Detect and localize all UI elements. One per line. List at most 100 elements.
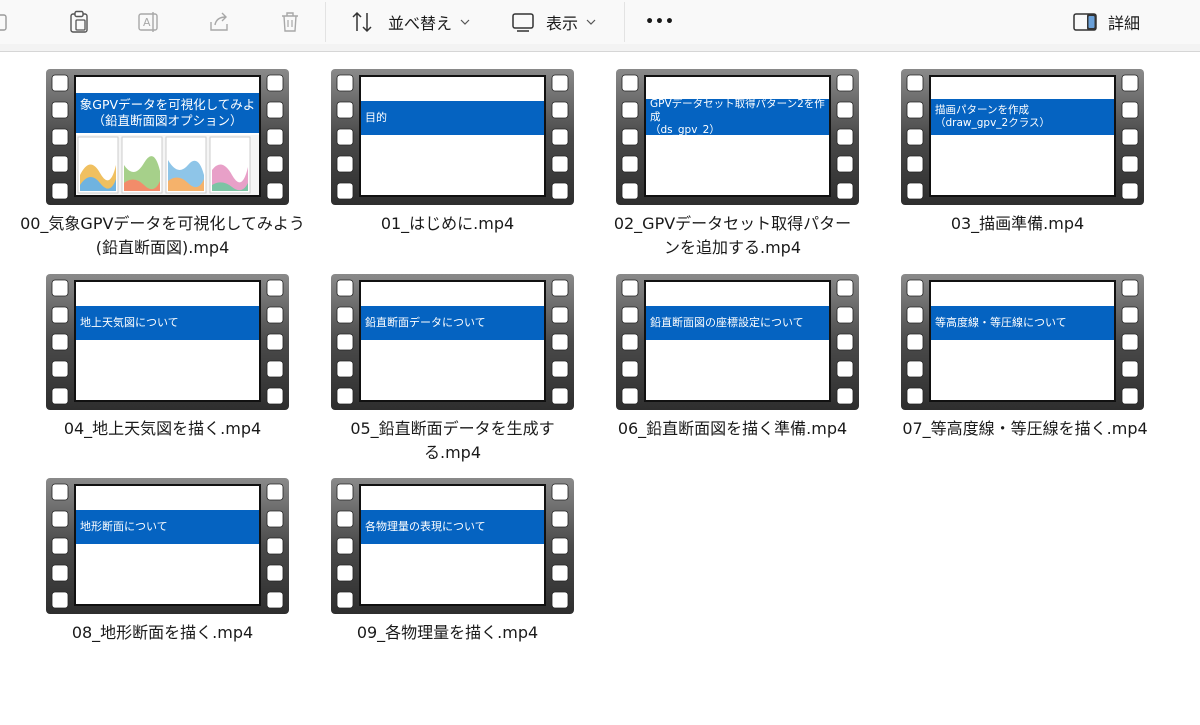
video-thumbnail: 地上天気図について — [46, 274, 289, 410]
slide-preview: 地上天気図について — [76, 282, 259, 400]
film-sprocket-hole — [1121, 155, 1139, 173]
film-sprocket-hole — [266, 591, 284, 609]
svg-text:A: A — [143, 16, 151, 29]
chevron-down-icon — [460, 19, 470, 25]
film-sprocket-hole — [1121, 182, 1139, 200]
share-icon — [210, 12, 228, 31]
delete-button[interactable] — [277, 8, 303, 36]
more-options-button[interactable]: ••• — [645, 8, 674, 36]
file-name: 03_描画準備.mp4 — [950, 214, 1085, 233]
film-sprocket-hole — [906, 101, 924, 119]
file-grid: 象GPVデータを可視化してみよ （鉛直断面図オプション） 00_気象GPVデータ… — [0, 53, 1200, 725]
film-sprocket-hole — [51, 387, 69, 405]
film-sprocket-hole — [336, 387, 354, 405]
film-sprocket-hole — [551, 101, 569, 119]
film-sprocket-hole — [551, 564, 569, 582]
film-sprocket-hole — [906, 387, 924, 405]
film-sprocket-hole — [551, 537, 569, 555]
film-sprocket-hole — [551, 591, 569, 609]
film-sprocket-hole — [836, 279, 854, 297]
film-sprocket-hole — [51, 591, 69, 609]
film-sprocket-hole — [1121, 333, 1139, 351]
slide-title: 鉛直断面図の座標設定について — [646, 306, 829, 340]
film-sprocket-hole — [551, 182, 569, 200]
film-sprocket-hole — [906, 155, 924, 173]
chevron-down-icon — [586, 19, 596, 25]
slide-title: 目的 — [361, 101, 544, 135]
film-sprocket-hole — [51, 360, 69, 378]
details-pane-button[interactable]: 詳細 — [1072, 8, 1140, 36]
video-thumbnail: 等高度線・等圧線について — [901, 274, 1144, 410]
film-sprocket-hole — [621, 279, 639, 297]
paste-button[interactable] — [66, 8, 92, 36]
file-name: 09_各物理量を描く.mp4 — [356, 623, 539, 642]
file-name: 06_鉛直断面図を描く準備.mp4 — [617, 419, 848, 438]
slide-preview: 描画パターンを作成 （draw_gpv_2クラス） — [931, 77, 1114, 195]
video-thumbnail: 鉛直断面図の座標設定について — [616, 274, 859, 410]
film-sprocket-hole — [906, 306, 924, 324]
video-thumbnail: GPVデータセット取得パターン2を作成 （ds_gpv_2） — [616, 69, 859, 205]
film-sprocket-hole — [336, 483, 354, 501]
film-sprocket-hole — [51, 510, 69, 528]
rename-icon: A — [138, 12, 158, 32]
film-sprocket-hole — [266, 387, 284, 405]
slide-title: 等高度線・等圧線について — [931, 306, 1114, 340]
slide-title: 地上天気図について — [76, 306, 259, 340]
slide-preview: 象GPVデータを可視化してみよ （鉛直断面図オプション） — [76, 77, 259, 195]
film-sprocket-hole — [551, 483, 569, 501]
film-sprocket-hole — [836, 182, 854, 200]
slide-title: 各物理量の表現について — [361, 510, 544, 544]
film-sprocket-hole — [1121, 101, 1139, 119]
film-sprocket-hole — [266, 128, 284, 146]
film-sprocket-hole — [336, 182, 354, 200]
film-sprocket-hole — [336, 101, 354, 119]
film-sprocket-hole — [836, 360, 854, 378]
sort-icon — [352, 11, 372, 33]
view-button[interactable]: 表示 — [510, 8, 596, 36]
share-button[interactable] — [206, 8, 232, 36]
film-sprocket-hole — [621, 360, 639, 378]
film-sprocket-hole — [1121, 279, 1139, 297]
film-sprocket-hole — [621, 182, 639, 200]
film-sprocket-hole — [51, 537, 69, 555]
film-sprocket-hole — [906, 128, 924, 146]
film-sprocket-hole — [336, 333, 354, 351]
file-name: 05_鉛直断面データを生成する.mp4 — [350, 419, 555, 462]
film-sprocket-hole — [266, 564, 284, 582]
rename-button[interactable]: A — [136, 8, 162, 36]
toolbar-separator — [624, 2, 625, 42]
film-sprocket-hole — [551, 128, 569, 146]
film-sprocket-hole — [336, 564, 354, 582]
file-name: 04_地上天気図を描く.mp4 — [63, 419, 262, 438]
film-sprocket-hole — [336, 537, 354, 555]
slide-preview: 各物理量の表現について — [361, 486, 544, 604]
details-pane-icon — [1073, 13, 1097, 31]
details-label: 詳細 — [1108, 14, 1141, 33]
slide-preview: 等高度線・等圧線について — [931, 282, 1114, 400]
slide-title: 地形断面について — [76, 510, 259, 544]
film-sprocket-hole — [836, 306, 854, 324]
film-sprocket-hole — [51, 155, 69, 173]
slide-preview: 目的 — [361, 77, 544, 195]
film-sprocket-hole — [621, 306, 639, 324]
film-sprocket-hole — [836, 101, 854, 119]
film-sprocket-hole — [1121, 306, 1139, 324]
toolbar-divider — [0, 44, 1200, 52]
film-sprocket-hole — [266, 360, 284, 378]
slide-title: 鉛直断面データについて — [361, 306, 544, 340]
film-sprocket-hole — [1121, 74, 1139, 92]
monitor-icon — [512, 13, 534, 32]
slide-preview: 鉛直断面データについて — [361, 282, 544, 400]
film-sprocket-hole — [551, 360, 569, 378]
video-thumbnail: 鉛直断面データについて — [331, 274, 574, 410]
film-sprocket-hole — [836, 128, 854, 146]
sort-button[interactable]: 並べ替え — [350, 8, 470, 36]
film-sprocket-hole — [336, 360, 354, 378]
slide-preview: 鉛直断面図の座標設定について — [646, 282, 829, 400]
film-sprocket-hole — [551, 74, 569, 92]
film-sprocket-hole — [266, 101, 284, 119]
film-sprocket-hole — [51, 101, 69, 119]
film-sprocket-hole — [551, 155, 569, 173]
film-sprocket-hole — [266, 182, 284, 200]
copy-button[interactable] — [0, 8, 18, 36]
